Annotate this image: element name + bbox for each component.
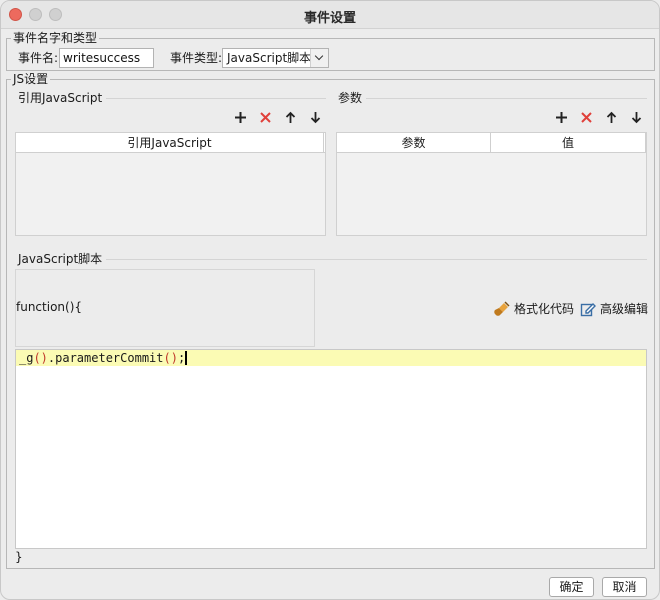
event-settings-dialog: 事件设置 事件名字和类型 事件名: 事件类型: JavaScript脚本 JS设…: [0, 0, 660, 600]
title-bar: 事件设置: [1, 1, 659, 29]
window-title: 事件设置: [303, 11, 356, 26]
ref-js-table[interactable]: 引用JavaScript: [15, 132, 326, 236]
function-open-text: function(){: [16, 300, 83, 314]
ref-js-column-header[interactable]: 引用JavaScript: [16, 133, 324, 153]
params-column-header-name[interactable]: 参数: [337, 133, 491, 153]
code-token-paren: (): [163, 351, 178, 365]
text-caret: [185, 351, 188, 365]
delete-x-icon: [580, 111, 592, 123]
event-name-input[interactable]: [59, 48, 154, 68]
event-name-type-legend: 事件名字和类型: [11, 31, 100, 45]
arrow-up-icon: [606, 111, 616, 123]
cancel-button[interactable]: 取消: [602, 577, 647, 597]
ref-js-delete-button[interactable]: [256, 108, 274, 126]
script-separator: [19, 259, 647, 260]
function-close-text: }: [15, 550, 23, 564]
params-move-up-button[interactable]: [602, 108, 620, 126]
params-table[interactable]: 参数 值: [336, 132, 647, 236]
delete-x-icon: [259, 111, 271, 123]
advanced-edit-label: 高级编辑: [600, 302, 649, 316]
code-token-suffix: ;: [177, 351, 186, 365]
event-name-label: 事件名:: [18, 51, 59, 65]
format-code-button[interactable]: 格式化代码: [494, 301, 574, 317]
brush-icon: [494, 301, 510, 316]
ok-button[interactable]: 确定: [549, 577, 594, 597]
plus-icon: [555, 111, 567, 123]
advanced-edit-button[interactable]: 高级编辑: [580, 301, 648, 317]
ref-js-move-down-button[interactable]: [306, 108, 324, 126]
code-editor[interactable]: _g().parameterCommit();: [15, 349, 647, 549]
edit-icon: [580, 303, 596, 317]
chevron-down-icon: [310, 49, 328, 67]
plus-icon: [234, 111, 246, 123]
ref-js-title: 引用JavaScript: [18, 91, 107, 105]
code-token-prefix: _g: [19, 351, 34, 365]
params-title: 参数: [338, 91, 367, 105]
params-move-down-button[interactable]: [627, 108, 645, 126]
code-line-1: _g().parameterCommit();: [19, 351, 188, 365]
arrow-down-icon: [631, 111, 641, 123]
params-table-header: 参数 值: [337, 133, 646, 153]
script-title: JavaScript脚本: [18, 252, 107, 266]
params-separator: [339, 98, 647, 99]
event-type-label: 事件类型:: [170, 51, 223, 65]
ref-js-add-button[interactable]: [231, 108, 249, 126]
arrow-down-icon: [310, 111, 320, 123]
event-type-select[interactable]: JavaScript脚本: [222, 48, 329, 68]
params-add-button[interactable]: [552, 108, 570, 126]
params-delete-button[interactable]: [577, 108, 595, 126]
format-code-label: 格式化代码: [514, 302, 575, 316]
ref-js-table-header: 引用JavaScript: [16, 133, 325, 153]
event-type-value: JavaScript脚本: [227, 51, 312, 65]
code-token-method: .parameterCommit: [47, 351, 164, 365]
ref-js-move-up-button[interactable]: [281, 108, 299, 126]
params-column-header-value[interactable]: 值: [491, 133, 646, 153]
code-token-paren: (): [33, 351, 48, 365]
js-settings-legend: JS设置: [11, 72, 51, 86]
arrow-up-icon: [285, 111, 295, 123]
